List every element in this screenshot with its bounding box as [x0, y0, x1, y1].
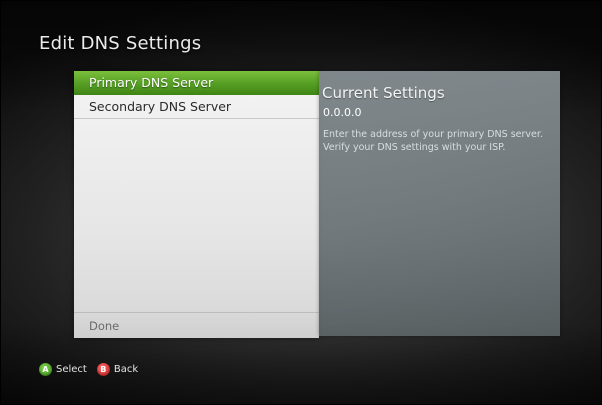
current-settings-description: Enter the address of your primary DNS se…: [323, 129, 543, 153]
controller-hint-bar: A Select B Back: [39, 361, 140, 377]
page-title: Edit DNS Settings: [39, 33, 202, 54]
current-settings-title: Current Settings: [322, 84, 445, 102]
tv-screen: Edit DNS Settings Primary DNS Server Sec…: [0, 0, 602, 405]
dns-menu-panel: Primary DNS Server Secondary DNS Server …: [74, 71, 319, 338]
select-hint-label[interactable]: Select: [56, 364, 87, 375]
b-button-icon: B: [96, 362, 110, 376]
current-settings-panel: Current Settings 0.0.0.0 Enter the addre…: [319, 71, 560, 336]
menu-item-primary-dns[interactable]: Primary DNS Server: [74, 71, 319, 95]
menu-item-secondary-dns[interactable]: Secondary DNS Server: [74, 95, 319, 119]
done-button[interactable]: Done: [74, 312, 319, 338]
a-button-icon: A: [39, 362, 52, 376]
current-dns-value: 0.0.0.0: [323, 106, 362, 119]
back-hint-label[interactable]: Back: [114, 364, 138, 375]
